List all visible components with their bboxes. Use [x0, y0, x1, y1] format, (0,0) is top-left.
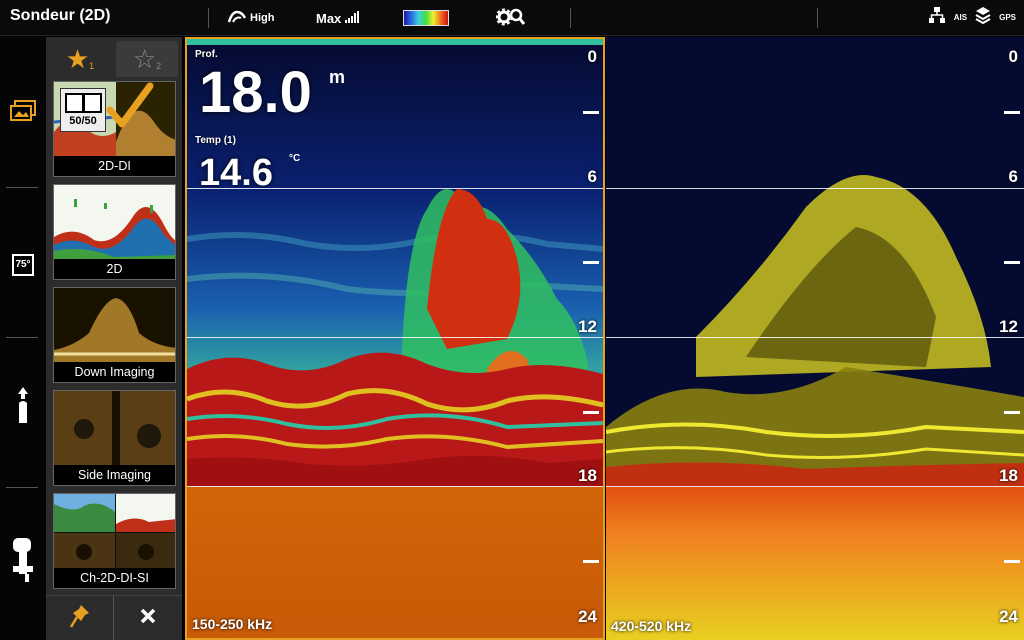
depth-tick: [1004, 411, 1020, 414]
gps-label: GPS: [999, 13, 1016, 22]
temp-value: 14.6: [199, 152, 273, 194]
signal-bars-icon: [345, 10, 360, 26]
gps-icon: GPS: [999, 13, 1016, 22]
frequency-label: 150-250 kHz: [192, 616, 273, 632]
temp-title: Temp (1): [195, 135, 236, 146]
depth-gridline: [187, 188, 603, 189]
sonar-2d-pane[interactable]: Prof. 18.0 m Temp (1) 14.6 °C 0 6 12 18 …: [185, 37, 605, 640]
depth-tick: [1004, 111, 1020, 114]
depth-gridline: [187, 486, 603, 487]
speed-sign-icon: 75°: [12, 254, 34, 276]
depth-tick: [583, 411, 599, 414]
sensitivity-label: High: [250, 12, 275, 24]
view-thumb-ch-2d-di-si[interactable]: Ch-2D-DI-SI: [53, 493, 176, 589]
panel-bottom-bar: [46, 595, 182, 640]
split-badge: 50/50: [60, 88, 106, 132]
depth-scale-label: 0: [1008, 47, 1018, 66]
temp-unit: °C: [289, 153, 301, 164]
close-button[interactable]: [114, 596, 182, 640]
depth-scale-label: 18: [578, 466, 597, 485]
view-thumb-side-imaging[interactable]: Side Imaging: [53, 390, 176, 486]
depth-gridline: [606, 337, 1024, 338]
tab-index: 2: [156, 61, 162, 71]
left-nav: 75°: [0, 37, 46, 640]
palette-button[interactable]: [403, 10, 449, 26]
depth-tick: [1004, 261, 1020, 264]
boat-button[interactable]: [0, 385, 46, 430]
outboard-motor-icon: [9, 536, 37, 589]
sensitivity-button[interactable]: High: [227, 8, 275, 28]
range-button[interactable]: Max: [316, 8, 360, 28]
depth-scale-label: 24: [578, 607, 597, 626]
depth-gridline: [187, 337, 603, 338]
depth-gridline: [606, 486, 1024, 487]
depth-title: Prof.: [195, 49, 218, 60]
view-label: Down Imaging: [54, 362, 175, 382]
gallery-button[interactable]: [0, 93, 46, 133]
frequency-label: 420-520 kHz: [611, 618, 692, 634]
view-label: Ch-2D-DI-SI: [54, 568, 175, 588]
tab-index: 1: [89, 61, 95, 71]
gear-search-button[interactable]: [495, 7, 526, 30]
sonar-di-image: [606, 37, 1024, 640]
view-label: 2D: [54, 259, 175, 279]
star-outline-icon: ☆: [132, 43, 157, 74]
view-label: Side Imaging: [54, 465, 175, 485]
depth-tick: [583, 111, 599, 114]
app-title: Sondeur (2D): [10, 7, 111, 24]
nav-divider: [6, 487, 38, 488]
sonar-wave-icon: [227, 10, 247, 27]
depth-tick: [583, 560, 599, 563]
pin-button[interactable]: [46, 596, 114, 640]
star-filled-icon: ★: [65, 43, 90, 74]
sonar-2d-image: [187, 39, 603, 638]
split-icon: [65, 93, 102, 113]
nav-divider: [6, 337, 38, 338]
sonar-di-pane[interactable]: 0 6 12 18 24 420-520 kHz: [606, 37, 1024, 640]
depth-scale-label: 6: [1008, 167, 1018, 186]
view-label: 2D-DI: [54, 156, 175, 176]
checkmark-icon: [106, 82, 154, 137]
depth-scale-label: 0: [587, 47, 597, 66]
view-thumb-2d[interactable]: 2D: [53, 184, 176, 280]
view-thumb-2d-di[interactable]: 50/50 2D-DI: [53, 81, 176, 177]
status-icons: AIS GPS: [928, 6, 1016, 29]
view-thumb-down-imaging[interactable]: Down Imaging: [53, 287, 176, 383]
ais-label: AIS: [953, 12, 968, 22]
depth-unit: m: [329, 67, 346, 87]
motor-button[interactable]: [0, 537, 46, 582]
toolbar-divider: [817, 8, 818, 28]
split-divider: [82, 95, 85, 111]
speed-value: 75°: [15, 259, 31, 270]
favorites-tab-2[interactable]: ☆ 2: [116, 41, 178, 77]
toolbar-divider: [208, 8, 209, 28]
network-icon: [928, 6, 946, 29]
pin-icon: [69, 603, 91, 634]
top-bar: Sondeur (2D) High Max AIS GPS: [0, 0, 1024, 36]
depth-scale-label: 18: [999, 466, 1018, 485]
depth-scale-label: 6: [587, 167, 597, 186]
view-panel: ★ 1 ☆ 2 50/50 2D-DI 2D Down Imaging Side…: [46, 37, 182, 640]
depth-scale-label: 24: [999, 607, 1018, 626]
close-icon: [139, 607, 157, 630]
toolbar-divider: [570, 8, 571, 28]
nav-divider: [6, 187, 38, 188]
gallery-icon: [9, 99, 37, 128]
boat-up-icon: [14, 385, 32, 430]
ais-icon: AIS: [953, 12, 968, 22]
depth-gridline: [606, 188, 1024, 189]
layers-icon: [975, 6, 991, 29]
range-label: Max: [316, 10, 342, 26]
favorites-tab-1[interactable]: ★ 1: [50, 41, 110, 77]
speed-button[interactable]: 75°: [0, 245, 46, 285]
depth-value: 18.0: [199, 60, 312, 125]
depth-tick: [1004, 560, 1020, 563]
gear-search-icon: [495, 7, 526, 30]
depth-scale-label: 12: [578, 317, 597, 336]
split-label: 50/50: [69, 115, 97, 127]
depth-tick: [583, 261, 599, 264]
depth-scale-label: 12: [999, 317, 1018, 336]
